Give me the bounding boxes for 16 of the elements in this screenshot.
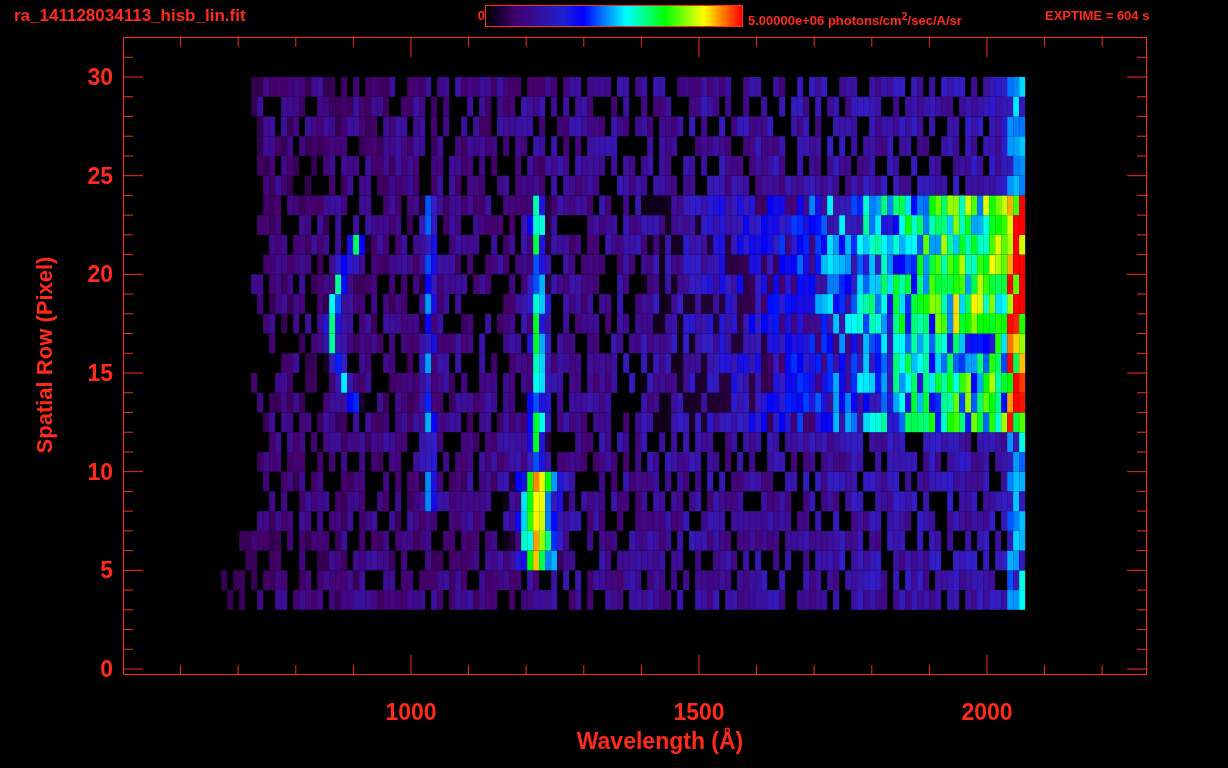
x-tick-label: 1500 <box>673 699 725 725</box>
x-axis-title: Wavelength (Å) <box>576 727 744 755</box>
y-tick-label: 20 <box>87 261 113 288</box>
y-axis-title: Spatial Row (Pixel) <box>32 256 58 454</box>
y-tick-label: 25 <box>87 162 113 189</box>
file-title: ra_141128034113_hisb_lin.fit <box>14 5 247 27</box>
y-tick-label: 30 <box>87 64 113 90</box>
x-tick-label: 2000 <box>961 699 1013 725</box>
y-tick-label: 10 <box>87 458 113 485</box>
colorbar-min-label: 0 <box>476 7 485 25</box>
colorbar-max-label: 5.00000e+06 photons/cm$^{2}$/sec/A/sr <box>748 9 963 31</box>
y-tick-label: 5 <box>100 557 113 584</box>
y-tick-label: 15 <box>87 360 113 386</box>
y-tick-label: 0 <box>100 656 113 682</box>
exposure-time: EXPTIME = 604 s <box>1045 7 1150 25</box>
x-tick-label: 1000 <box>385 699 437 725</box>
